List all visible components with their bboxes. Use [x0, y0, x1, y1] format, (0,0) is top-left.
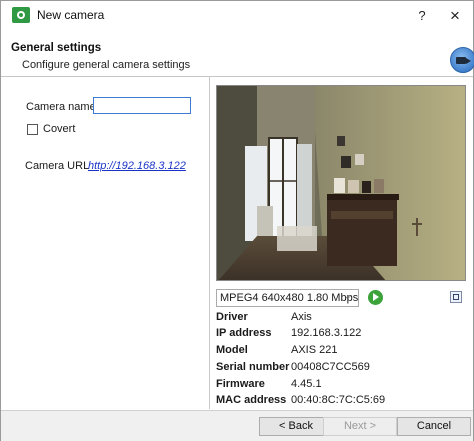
page-title: General settings	[11, 42, 102, 54]
next-button[interactable]: Next >	[323, 417, 397, 436]
close-button[interactable]: ×	[442, 4, 468, 28]
dialog-footer: < Back Next > Cancel	[1, 410, 473, 441]
help-button[interactable]: ?	[411, 5, 433, 27]
title-bar: New camera ? ×	[1, 1, 473, 31]
camera-url-label: Camera URL	[25, 160, 90, 172]
info-value-serial-number: 00408C7CC569	[291, 361, 370, 373]
play-icon[interactable]	[368, 290, 383, 305]
info-value-driver: Axis	[291, 311, 312, 323]
covert-checkbox[interactable]	[27, 124, 38, 135]
cancel-button[interactable]: Cancel	[397, 417, 471, 436]
fullscreen-icon[interactable]	[450, 291, 462, 303]
info-value-mac-address: 00:40:8C:7C:C5:69	[291, 394, 386, 406]
new-camera-dialog: New camera ? × General settings Configur…	[0, 0, 474, 441]
app-logo-icon	[12, 7, 30, 23]
info-key-mac-address: MAC address	[216, 394, 287, 406]
info-value-model: AXIS 221	[291, 344, 338, 356]
camera-preview	[216, 85, 466, 281]
back-button[interactable]: < Back	[259, 417, 333, 436]
info-value-ip-address: 192.168.3.122	[291, 327, 362, 339]
info-key-firmware: Firmware	[216, 378, 265, 390]
camera-name-label: Camera name	[26, 101, 96, 113]
stream-select-value: MPEG4 640x480 1.80 Mbps	[220, 292, 359, 304]
chevron-down-icon: ⌵	[344, 291, 352, 302]
covert-label: Covert	[43, 123, 76, 135]
info-key-model: Model	[216, 344, 248, 356]
stream-select[interactable]: MPEG4 640x480 1.80 Mbps ⌵	[216, 289, 359, 307]
page-header: General settings Configure general camer…	[1, 39, 473, 75]
camera-icon	[450, 47, 474, 73]
camera-url-link[interactable]: http://192.168.3.122	[88, 160, 186, 172]
info-key-driver: Driver	[216, 311, 248, 323]
info-key-ip-address: IP address	[216, 327, 272, 339]
camera-preview-image	[217, 86, 465, 280]
camera-name-field[interactable]	[93, 97, 191, 114]
settings-panel: Camera name Covert Camera URL http://192…	[1, 77, 210, 409]
window-title: New camera	[37, 8, 105, 22]
info-key-serial-number: Serial number	[216, 361, 290, 373]
info-value-firmware: 4.45.1	[291, 378, 322, 390]
page-subtitle: Configure general camera settings	[22, 59, 191, 71]
